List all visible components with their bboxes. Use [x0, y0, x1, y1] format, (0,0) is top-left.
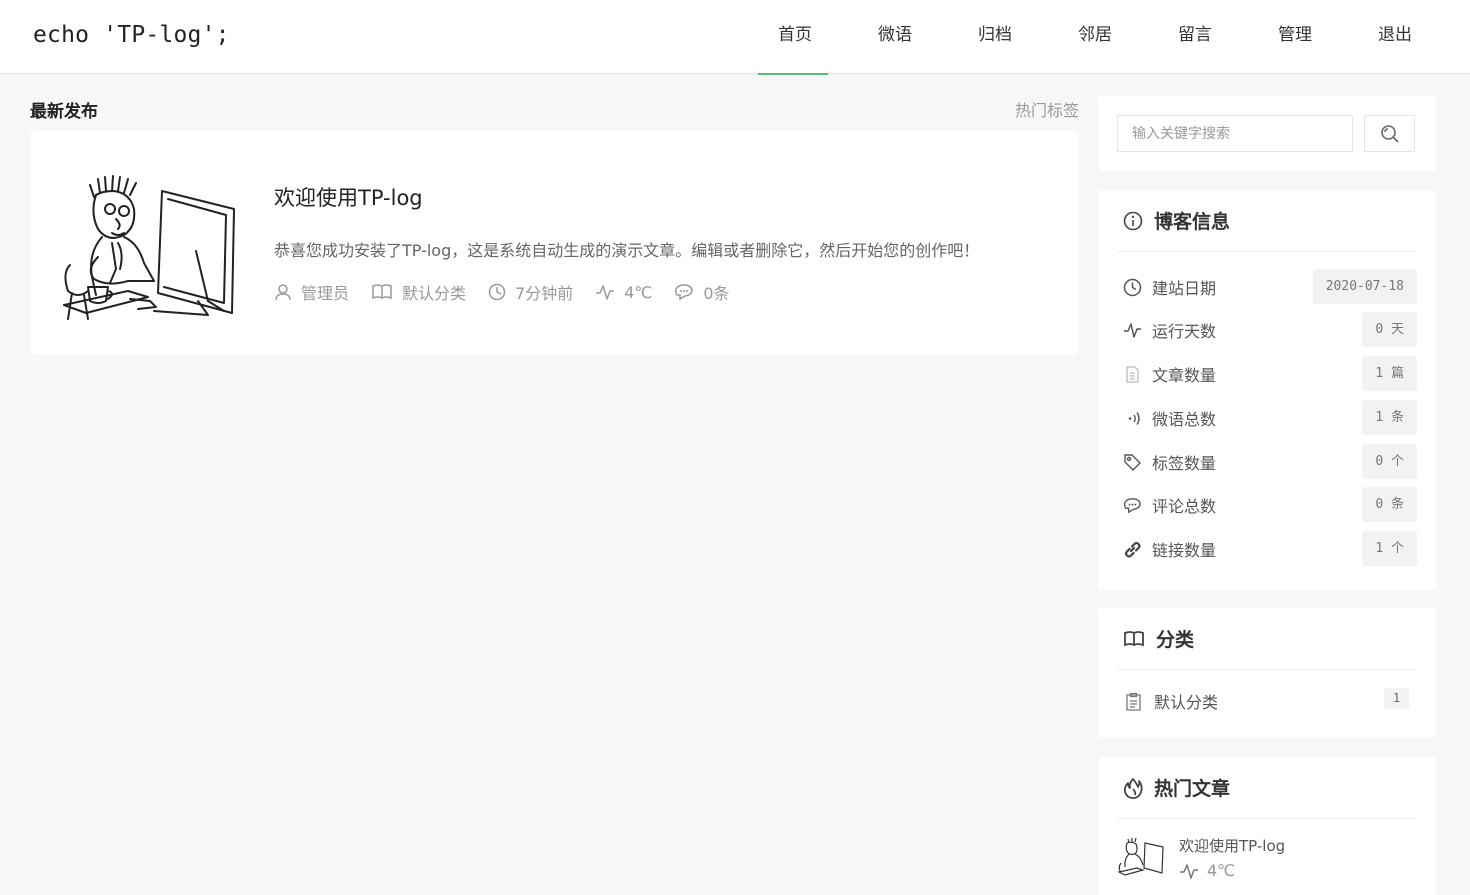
info-value-badge: 0 条: [1362, 487, 1417, 522]
hot-post-title[interactable]: 欢迎使用TP-log: [1179, 835, 1285, 856]
post-time-text: 7分钟前: [515, 284, 574, 303]
post-thumbnail[interactable]: [58, 173, 240, 323]
info-row-site-date: 建站日期 2020-07-18: [1117, 269, 1417, 305]
post-category: 默认分类: [371, 280, 466, 304]
info-label: 建站日期: [1152, 279, 1217, 298]
post-time: 7分钟前: [488, 280, 573, 304]
info-label: 运行天数: [1152, 322, 1217, 341]
info-label: 微语总数: [1152, 410, 1217, 429]
nav-item-archive[interactable]: 归档: [945, 0, 1045, 74]
category-count-badge: 1: [1384, 688, 1409, 709]
book-icon: [372, 284, 392, 300]
info-row-link-count: 链接数量 1 个: [1117, 531, 1417, 567]
info-row-run-days: 运行天数 0 天: [1117, 312, 1417, 348]
category-item[interactable]: 默认分类 1: [1117, 686, 1417, 716]
site-logo[interactable]: echo 'TP-log';: [33, 22, 230, 48]
post-meta: 管理员 默认分类 7分钟前 4℃ 0条: [274, 280, 752, 304]
hot-post-thumbnail[interactable]: [1117, 837, 1165, 877]
nav-item-logout[interactable]: 退出: [1345, 0, 1445, 74]
search-card: [1098, 96, 1436, 171]
nav-item-weiyu[interactable]: 微语: [845, 0, 945, 74]
hot-post-meta: 4℃: [1179, 861, 1235, 880]
site-header: echo 'TP-log'; 首页 微语 归档 邻居 留言 管理 退出: [0, 0, 1470, 75]
post-comments-text[interactable]: 0条: [703, 280, 729, 304]
post-comments: 0条: [674, 280, 730, 304]
tag-icon: [1124, 453, 1141, 471]
info-value-badge: 0 天: [1362, 312, 1417, 347]
clock-icon: [488, 283, 506, 301]
section-title-latest: 最新发布: [30, 102, 98, 122]
nav-item-guestbook[interactable]: 留言: [1145, 0, 1245, 74]
info-label: 链接数量: [1152, 541, 1217, 560]
search-input[interactable]: [1117, 115, 1353, 152]
hot-tags-link[interactable]: 热门标签: [1015, 97, 1079, 121]
info-value-badge: 1 个: [1362, 531, 1417, 566]
info-icon: [1123, 211, 1143, 230]
category-label[interactable]: 默认分类: [1154, 689, 1218, 713]
post-heat: 4℃: [595, 283, 652, 302]
post-title-link[interactable]: 欢迎使用TP-log: [274, 182, 423, 212]
post-heat-text: 4℃: [624, 282, 653, 302]
post-author-name[interactable]: 管理员: [301, 280, 349, 304]
hot-post-item: 欢迎使用TP-log 4℃: [1117, 835, 1417, 885]
link-icon: [1124, 541, 1141, 558]
hot-posts-header: 热门文章: [1117, 757, 1417, 819]
search-button[interactable]: [1364, 115, 1415, 152]
hot-posts-card: 热门文章 欢迎使用TP-log 4℃: [1098, 757, 1436, 895]
search-icon: [1380, 124, 1399, 143]
hot-posts-title: 热门文章: [1154, 778, 1231, 800]
info-value-badge: 1 篇: [1362, 356, 1417, 391]
hot-post-heat: 4℃: [1207, 861, 1236, 880]
blog-info-card: 博客信息 建站日期 2020-07-18 运行天数 0 天 文章数量 1 篇 微…: [1098, 190, 1436, 590]
info-row-weiyu-count: 微语总数 1 条: [1117, 400, 1417, 436]
nav-item-neighbors[interactable]: 邻居: [1045, 0, 1145, 74]
post-card: 欢迎使用TP-log 恭喜您成功安装了TP-log，这是系统自动生成的演示文章。…: [30, 131, 1079, 355]
categories-title: 分类: [1156, 629, 1195, 651]
pulse-icon: [596, 285, 615, 300]
post-author: 管理员: [274, 280, 349, 304]
info-label: 评论总数: [1152, 497, 1217, 516]
info-label: 文章数量: [1152, 366, 1217, 385]
main-nav: 首页 微语 归档 邻居 留言 管理 退出: [745, 0, 1445, 75]
blog-info-title: 博客信息: [1154, 211, 1231, 233]
post-excerpt: 恭喜您成功安装了TP-log，这是系统自动生成的演示文章。编辑或者删除它，然后开…: [274, 241, 980, 260]
categories-card: 分类 默认分类 1: [1098, 608, 1436, 738]
user-icon: [275, 284, 291, 301]
broadcast-icon: [1128, 411, 1140, 425]
nav-item-home[interactable]: 首页: [745, 0, 845, 75]
info-value-badge: 2020-07-18: [1312, 269, 1417, 304]
nav-item-admin[interactable]: 管理: [1245, 0, 1345, 74]
blog-info-header: 博客信息: [1117, 190, 1417, 252]
book-icon: [1124, 630, 1144, 646]
info-row-post-count: 文章数量 1 篇: [1117, 356, 1417, 392]
clipboard-icon: [1126, 692, 1141, 711]
categories-header: 分类: [1117, 608, 1417, 670]
info-row-tag-count: 标签数量 0 个: [1117, 444, 1417, 480]
document-icon: [1126, 365, 1139, 383]
post-category-name[interactable]: 默认分类: [402, 280, 466, 304]
info-row-comment-count: 评论总数 0 条: [1117, 487, 1417, 523]
info-label: 标签数量: [1152, 454, 1217, 473]
info-value-badge: 0 个: [1362, 444, 1417, 479]
info-value-badge: 1 条: [1362, 400, 1417, 435]
comment-icon: [1123, 497, 1141, 513]
comment-icon: [675, 284, 694, 301]
flame-icon: [1123, 777, 1143, 799]
clock-icon: [1123, 278, 1142, 296]
pulse-icon: [1180, 863, 1198, 879]
pulse-icon: [1124, 322, 1141, 338]
